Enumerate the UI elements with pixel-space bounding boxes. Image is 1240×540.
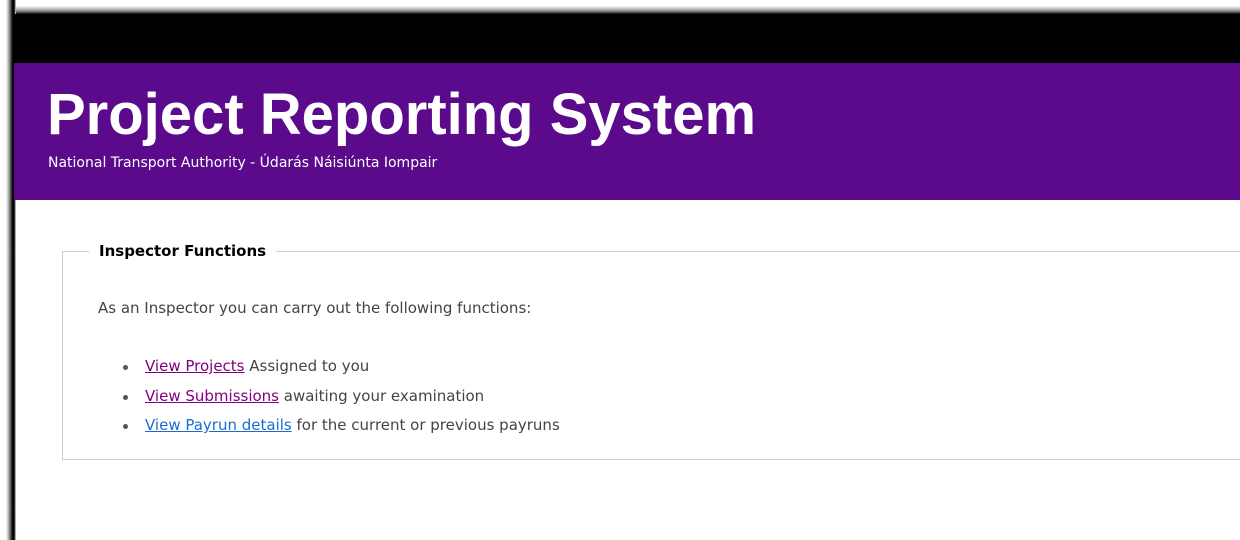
list-item-text: Assigned to you xyxy=(244,357,370,375)
view-payrun-details-link[interactable]: View Payrun details xyxy=(145,416,292,434)
top-black-bar xyxy=(14,14,1240,63)
main-content: Inspector Functions As an Inspector you … xyxy=(16,200,1240,540)
app-subtitle: National Transport Authority - Údarás Ná… xyxy=(48,155,438,171)
function-list: View Projects Assigned to you View Submi… xyxy=(98,352,560,441)
list-item-view-payrun-details: View Payrun details for the current or p… xyxy=(98,411,560,441)
list-item-view-projects: View Projects Assigned to you xyxy=(98,352,560,382)
site-header: Project Reporting System National Transp… xyxy=(14,63,1240,200)
bullet-icon xyxy=(123,424,128,429)
browser-window: Project Reporting System National Transp… xyxy=(0,0,1240,540)
app-title: Project Reporting System xyxy=(47,82,757,147)
bullet-icon xyxy=(123,365,128,370)
window-top-edge xyxy=(0,0,1240,14)
bullet-icon xyxy=(123,394,128,400)
list-item-view-submissions: View Submissions awaiting your examinati… xyxy=(98,382,560,412)
inspector-functions-panel: Inspector Functions As an Inspector you … xyxy=(62,242,1240,460)
list-item-text: awaiting your examination xyxy=(279,386,485,405)
view-submissions-link[interactable]: View Submissions xyxy=(145,387,279,405)
panel-legend: Inspector Functions xyxy=(99,242,267,260)
list-item-text: for the current or previous payruns xyxy=(291,416,560,434)
intro-text: As an Inspector you can carry out the fo… xyxy=(98,299,532,317)
view-projects-link[interactable]: View Projects xyxy=(145,357,245,375)
